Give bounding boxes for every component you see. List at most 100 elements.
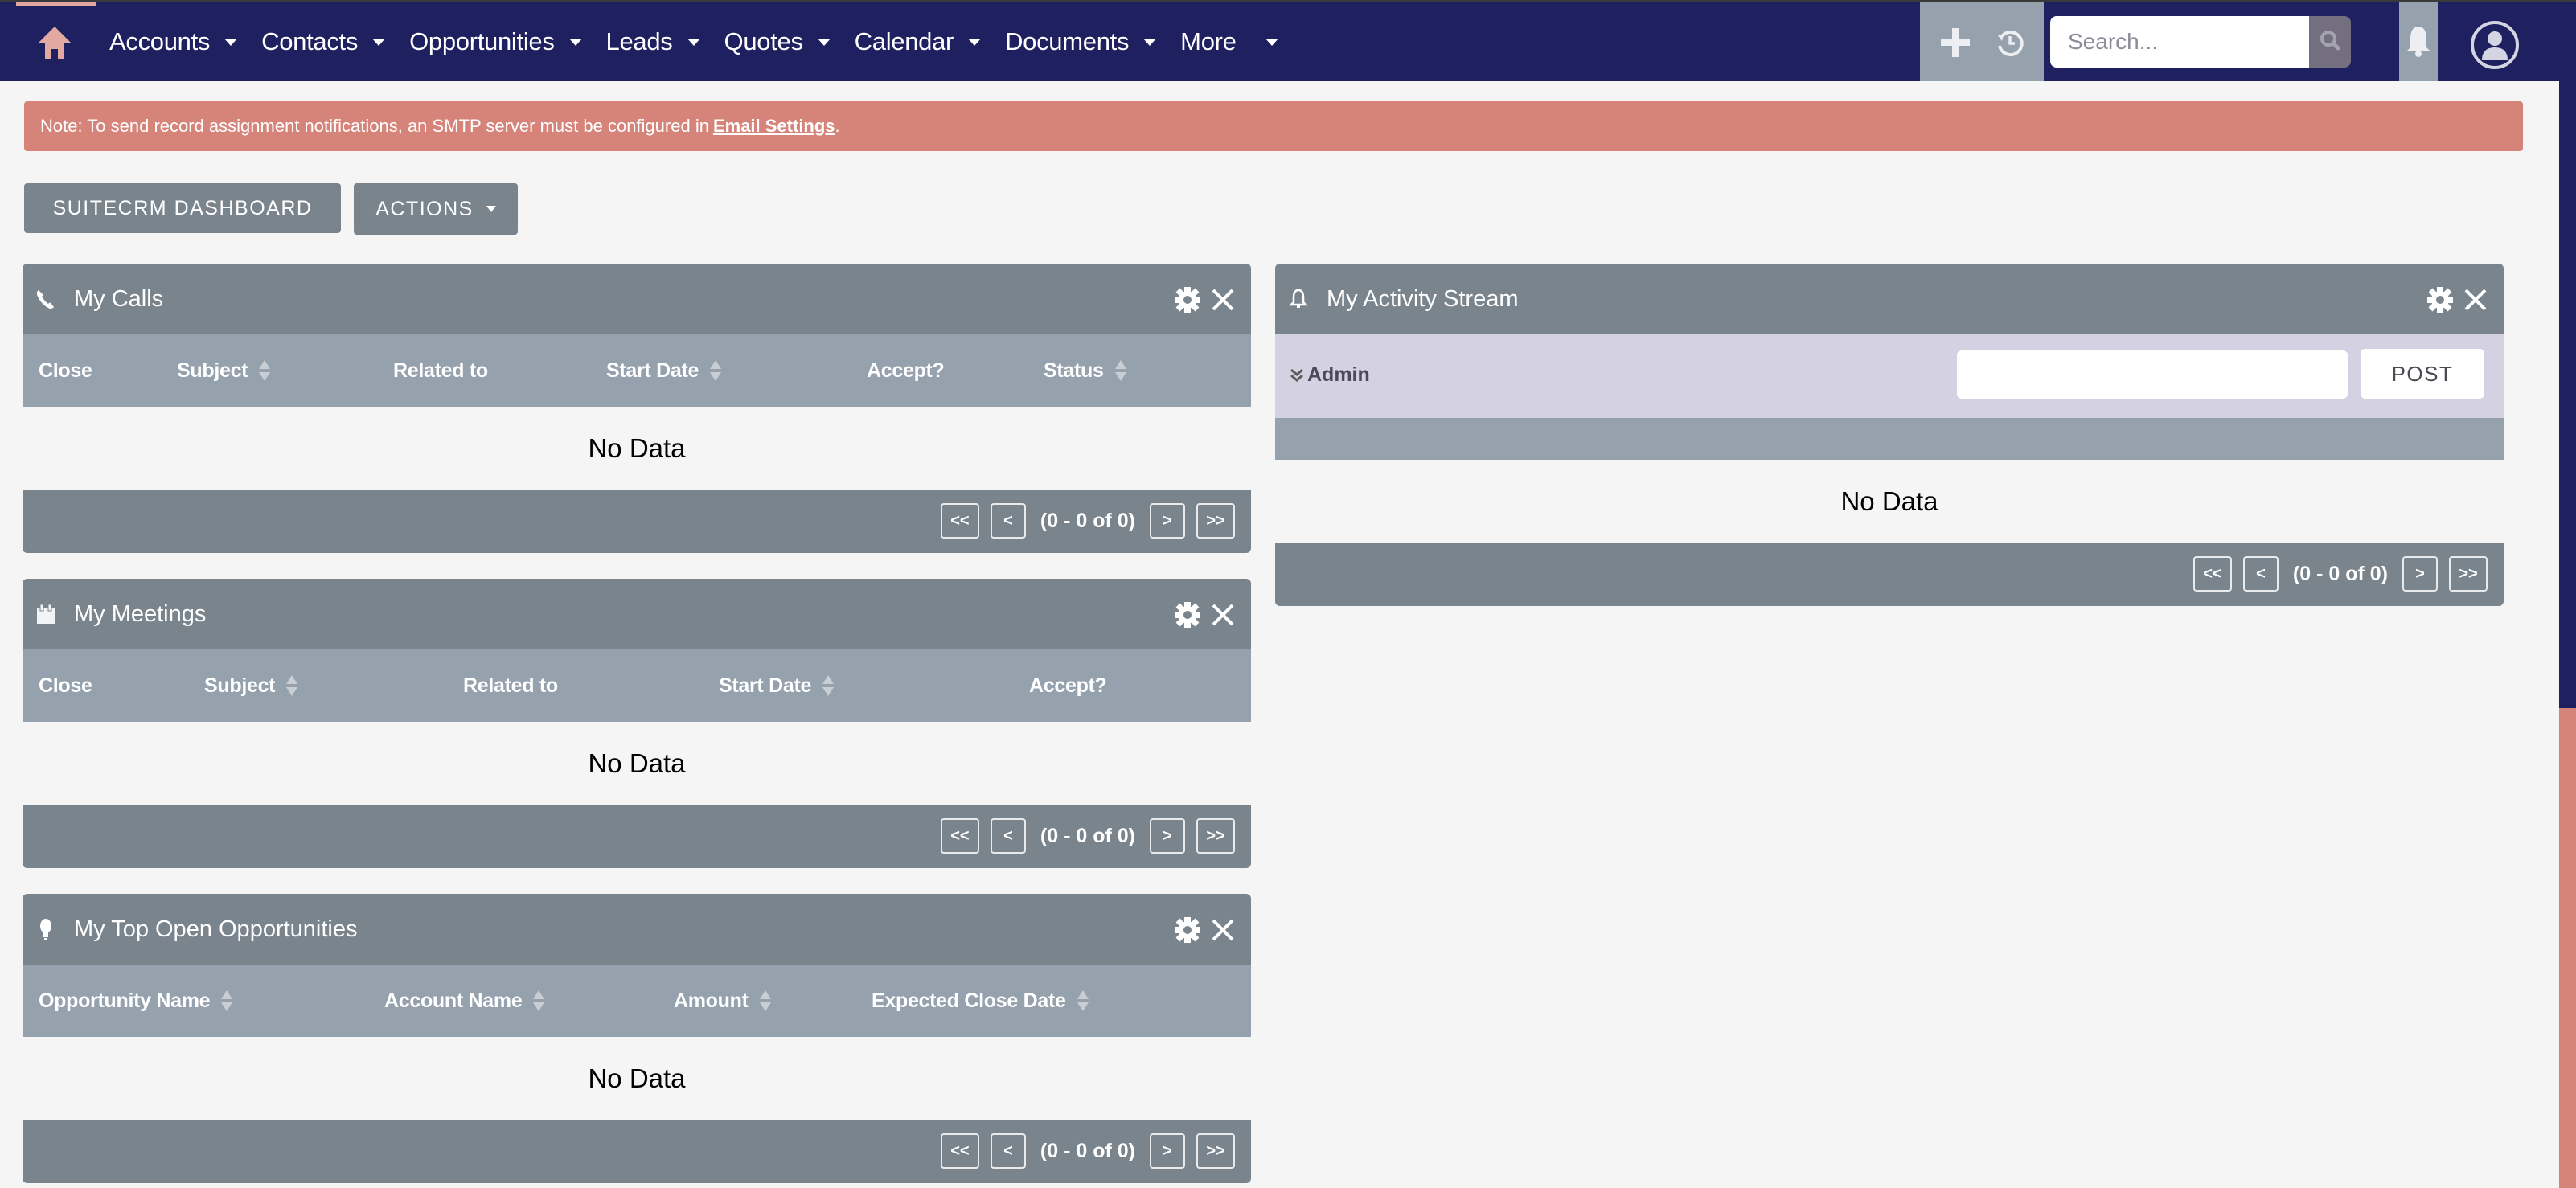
dashlet-my-calls: My Calls Close Subject Related to Start … — [23, 264, 1251, 553]
nav-calendar[interactable]: Calendar — [854, 27, 982, 56]
nav-label: Quotes — [724, 27, 803, 55]
next-page-button[interactable]: > — [2402, 556, 2438, 592]
gear-icon[interactable] — [1174, 916, 1201, 944]
pager: << < (0 - 0 of 0) > >> — [2182, 555, 2488, 593]
column-label: Start Date — [719, 674, 812, 697]
search-button[interactable] — [2309, 16, 2351, 68]
column-subject[interactable]: Subject — [204, 649, 298, 722]
first-page-button[interactable]: << — [940, 1133, 979, 1169]
nav-accounts[interactable]: Accounts — [109, 27, 238, 56]
activity-list-header — [1275, 418, 2504, 460]
next-page-button[interactable]: > — [1150, 818, 1185, 854]
sort-icon — [533, 989, 545, 1013]
sort-icon — [1077, 989, 1089, 1013]
dashlet-title: My Activity Stream — [1327, 285, 1519, 312]
activity-post-row: Admin POST — [1275, 334, 2504, 418]
nav-label: Calendar — [854, 27, 954, 55]
dashlet-my-top-open-opportunities: My Top Open Opportunities Opportunity Na… — [23, 894, 1251, 1183]
plus-icon[interactable] — [1939, 27, 1971, 59]
empty-message: No Data — [1840, 486, 1938, 516]
user-profile-icon[interactable] — [2470, 20, 2520, 70]
close-icon[interactable] — [1211, 603, 1235, 627]
page-info: (0 - 0 of 0) — [1040, 1139, 1135, 1162]
prev-page-button[interactable]: < — [990, 503, 1026, 539]
column-headers: Close Subject Related to Start Date Acce… — [23, 334, 1251, 407]
nav-opportunities[interactable]: Opportunities — [409, 27, 582, 56]
prev-page-button[interactable]: < — [2242, 556, 2279, 592]
first-page-button[interactable]: << — [2192, 556, 2232, 592]
pagination-bar: << < (0 - 0 of 0) > >> — [23, 490, 1251, 553]
last-page-button[interactable]: >> — [1196, 818, 1235, 854]
post-button[interactable]: POST — [2361, 349, 2484, 399]
sort-icon — [221, 989, 233, 1013]
caret-down-icon — [968, 38, 982, 46]
nav-label: Documents — [1005, 27, 1130, 55]
nav-contacts[interactable]: Contacts — [261, 27, 386, 56]
column-close: Close — [39, 334, 92, 407]
notifications-button[interactable] — [2399, 2, 2438, 81]
scrollbar-thumb[interactable] — [2559, 708, 2576, 1188]
caret-down-icon — [817, 38, 831, 46]
activity-user-name: Admin — [1307, 363, 1370, 386]
nav-more[interactable]: More — [1180, 27, 1278, 56]
caret-down-icon — [486, 206, 496, 212]
caret-down-icon — [1265, 38, 1278, 46]
nav-label: Accounts — [109, 27, 211, 55]
nav-documents[interactable]: Documents — [1005, 27, 1157, 56]
dashlet-header[interactable]: My Calls — [23, 264, 1251, 334]
gear-icon[interactable] — [1174, 286, 1201, 313]
activity-user[interactable]: Admin — [1290, 363, 1370, 387]
first-page-button[interactable]: << — [940, 818, 979, 854]
activity-post-input[interactable] — [1957, 350, 2348, 399]
caret-down-icon — [687, 38, 700, 46]
dashlet-title: My Calls — [74, 285, 164, 312]
pagination-bar: << < (0 - 0 of 0) > >> — [23, 805, 1251, 868]
close-icon[interactable] — [2463, 288, 2488, 312]
column-label: Accept? — [1029, 674, 1107, 697]
prev-page-button[interactable]: < — [990, 1133, 1026, 1169]
page-info: (0 - 0 of 0) — [2292, 562, 2388, 585]
bell-icon — [2407, 27, 2430, 57]
sort-icon — [259, 358, 271, 383]
dashlet-header[interactable]: My Meetings — [23, 579, 1251, 649]
next-page-button[interactable]: > — [1150, 503, 1185, 539]
column-start-date[interactable]: Start Date — [606, 334, 722, 407]
pagination-bar: << < (0 - 0 of 0) > >> — [23, 1120, 1251, 1183]
pagination-bar: << < (0 - 0 of 0) > >> — [1275, 543, 2504, 606]
empty-message: No Data — [588, 1063, 686, 1093]
column-expected-close-date[interactable]: Expected Close Date — [872, 965, 1089, 1037]
last-page-button[interactable]: >> — [2449, 556, 2488, 592]
last-page-button[interactable]: >> — [1196, 1133, 1235, 1169]
suitecrm-dashboard-tab[interactable]: SUITECRM DASHBOARD — [24, 183, 341, 233]
first-page-button[interactable]: << — [940, 503, 979, 539]
dashlet-header[interactable]: My Activity Stream — [1275, 264, 2504, 334]
dashlet-header[interactable]: My Top Open Opportunities — [23, 894, 1251, 965]
column-label: Amount — [674, 989, 749, 1012]
column-start-date[interactable]: Start Date — [719, 649, 835, 722]
history-icon[interactable] — [1996, 28, 2024, 57]
gear-icon[interactable] — [1174, 601, 1201, 629]
scrollbar-track[interactable] — [2559, 81, 2576, 708]
home-icon[interactable] — [35, 25, 74, 60]
smtp-alert: Note: To send record assignment notifica… — [24, 101, 2523, 151]
pager: << < (0 - 0 of 0) > >> — [929, 502, 1235, 540]
email-settings-link[interactable]: Email Settings — [713, 116, 835, 137]
home-active-indicator — [16, 2, 96, 6]
column-amount[interactable]: Amount — [674, 965, 771, 1037]
actions-dropdown[interactable]: ACTIONS — [354, 183, 518, 235]
search-input[interactable] — [2050, 16, 2309, 68]
gear-icon[interactable] — [2426, 286, 2454, 313]
column-account-name[interactable]: Account Name — [384, 965, 545, 1037]
nav-quotes[interactable]: Quotes — [724, 27, 831, 56]
close-icon[interactable] — [1211, 288, 1235, 312]
prev-page-button[interactable]: < — [990, 818, 1026, 854]
column-opportunity-name[interactable]: Opportunity Name — [39, 965, 233, 1037]
close-icon[interactable] — [1211, 918, 1235, 942]
next-page-button[interactable]: > — [1150, 1133, 1185, 1169]
caret-down-icon — [224, 38, 238, 46]
column-status[interactable]: Status — [1044, 334, 1126, 407]
column-subject[interactable]: Subject — [177, 334, 271, 407]
nav-leads[interactable]: Leads — [606, 27, 700, 56]
caret-down-icon — [1143, 38, 1157, 46]
last-page-button[interactable]: >> — [1196, 503, 1235, 539]
